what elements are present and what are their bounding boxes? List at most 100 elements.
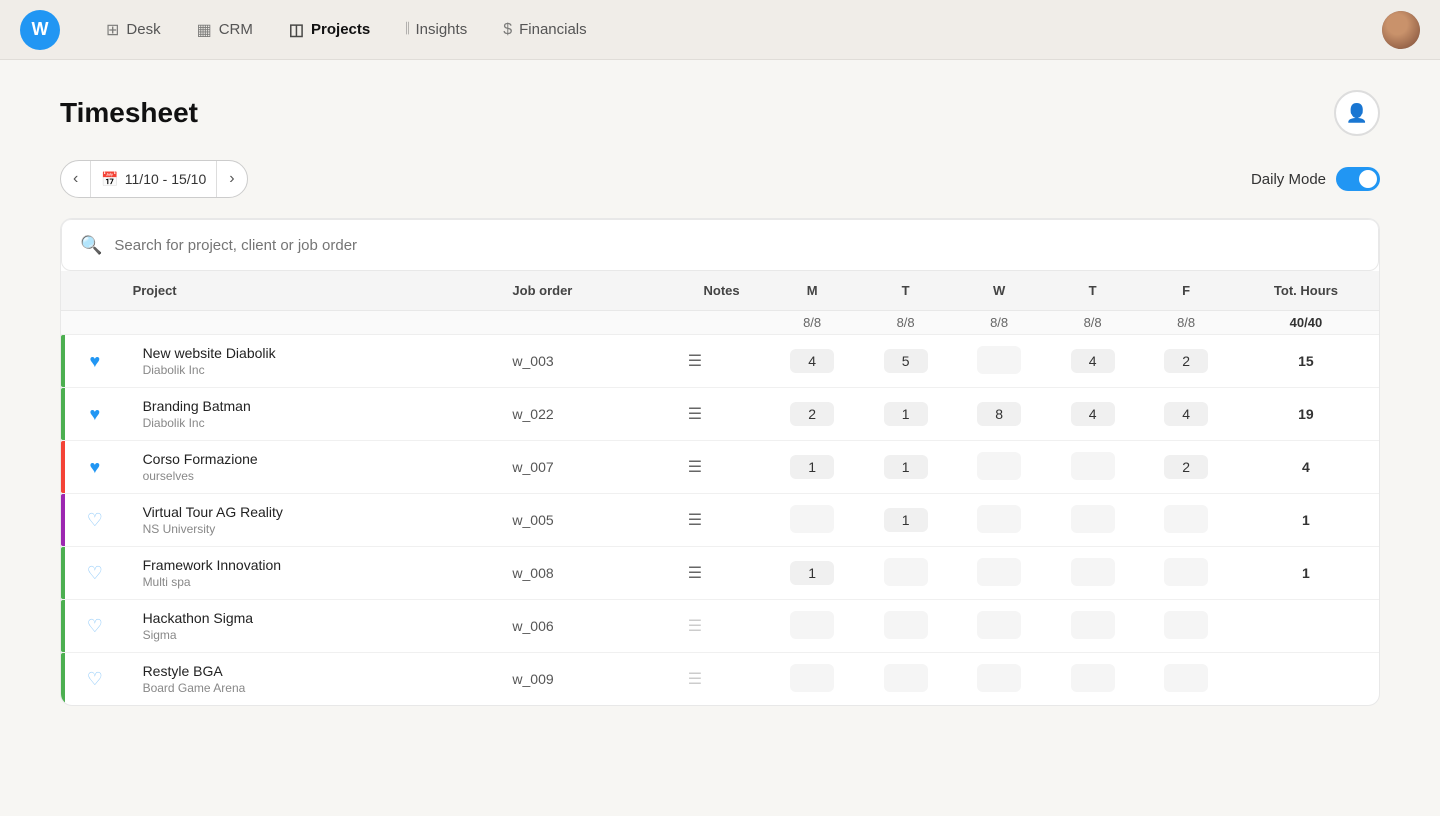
hour-cell[interactable]	[952, 335, 1046, 388]
notes-cell[interactable]: ☰	[678, 547, 766, 600]
favorite-icon[interactable]: ♥	[89, 457, 100, 477]
next-date-button[interactable]: ›	[217, 161, 246, 197]
date-range-display: 📅 11/10 - 15/10	[90, 161, 217, 197]
hour-cell[interactable]: 4	[1046, 388, 1140, 441]
col-fri: F	[1139, 271, 1233, 311]
search-icon: 🔍	[80, 235, 102, 256]
fav-cell: ♡	[61, 600, 123, 653]
hour-cell[interactable]	[952, 494, 1046, 547]
notes-icon[interactable]: ☰	[688, 618, 702, 635]
table-row: ♥ Corso Formazione ourselves w_007 ☰ 1 1…	[61, 441, 1379, 494]
favorite-icon[interactable]: ♥	[89, 404, 100, 424]
project-name: Restyle BGA	[143, 663, 493, 679]
notes-cell[interactable]: ☰	[678, 600, 766, 653]
hour-cell[interactable]	[1139, 653, 1233, 706]
favorite-icon[interactable]: ♡	[87, 669, 103, 689]
hour-cell[interactable]: 2	[1139, 335, 1233, 388]
toggle-switch[interactable]	[1336, 167, 1380, 191]
project-cell: New website Diabolik Diabolik Inc	[123, 335, 503, 388]
project-cell: Hackathon Sigma Sigma	[123, 600, 503, 653]
hour-cell[interactable]: 1	[765, 441, 859, 494]
user-button[interactable]: 👤	[1334, 90, 1380, 136]
table-row: ♥ Branding Batman Diabolik Inc w_022 ☰ 2…	[61, 388, 1379, 441]
hour-cell[interactable]: 1	[765, 547, 859, 600]
nav-item-financials[interactable]: $ Financials	[487, 13, 602, 47]
app-logo[interactable]: W	[20, 10, 60, 50]
capacity-thu: 8/8	[1046, 311, 1140, 335]
notes-cell[interactable]: ☰	[678, 441, 766, 494]
notes-cell[interactable]: ☰	[678, 653, 766, 706]
prev-date-button[interactable]: ‹	[61, 161, 90, 197]
hour-cell[interactable]: 4	[1139, 388, 1233, 441]
calendar-icon: 📅	[101, 171, 118, 188]
page-title: Timesheet	[60, 97, 198, 129]
hour-cell[interactable]	[1046, 600, 1140, 653]
hour-cell[interactable]	[1139, 494, 1233, 547]
table-row: ♡ Framework Innovation Multi spa w_008 ☰…	[61, 547, 1379, 600]
search-input[interactable]	[114, 237, 1360, 254]
hour-cell[interactable]	[952, 441, 1046, 494]
favorite-icon[interactable]: ♡	[87, 616, 103, 636]
notes-cell[interactable]: ☰	[678, 388, 766, 441]
hour-cell[interactable]: 2	[765, 388, 859, 441]
hour-cell[interactable]	[1046, 441, 1140, 494]
hour-cell[interactable]	[1046, 653, 1140, 706]
financials-icon: $	[503, 21, 512, 39]
hour-cell[interactable]: 4	[765, 335, 859, 388]
job-order-cell: w_005	[502, 494, 677, 547]
hour-cell[interactable]	[952, 600, 1046, 653]
nav-item-crm[interactable]: ▦ CRM	[181, 12, 269, 48]
table-body: ♥ New website Diabolik Diabolik Inc w_00…	[61, 335, 1379, 706]
project-cell: Framework Innovation Multi spa	[123, 547, 503, 600]
hour-cell[interactable]	[859, 653, 953, 706]
favorite-icon[interactable]: ♡	[87, 510, 103, 530]
nav-item-desk[interactable]: ⊞ Desk	[90, 12, 177, 48]
notes-cell[interactable]: ☰	[678, 494, 766, 547]
nav-item-projects[interactable]: ◫ Projects	[273, 12, 386, 48]
notes-cell[interactable]: ☰	[678, 335, 766, 388]
hour-cell[interactable]: 2	[1139, 441, 1233, 494]
col-thu: T	[1046, 271, 1140, 311]
tot-hours-cell: 15	[1233, 335, 1379, 388]
nav-item-insights[interactable]: 𝄁 Insights	[390, 13, 483, 47]
main-content: Timesheet 👤 ‹ 📅 11/10 - 15/10 › Daily Mo…	[0, 60, 1440, 816]
notes-icon[interactable]: ☰	[688, 406, 702, 423]
hour-cell[interactable]: 4	[1046, 335, 1140, 388]
project-cell: Branding Batman Diabolik Inc	[123, 388, 503, 441]
project-client: Board Game Arena	[143, 681, 493, 695]
favorite-icon[interactable]: ♡	[87, 563, 103, 583]
hour-cell[interactable]	[1139, 600, 1233, 653]
hour-cell[interactable]	[1046, 547, 1140, 600]
hour-cell[interactable]	[859, 547, 953, 600]
hour-cell[interactable]: 1	[859, 441, 953, 494]
hour-cell[interactable]	[1046, 494, 1140, 547]
date-range-text: 11/10 - 15/10	[125, 171, 206, 187]
hour-cell[interactable]	[859, 600, 953, 653]
notes-icon[interactable]: ☰	[688, 671, 702, 688]
hour-cell[interactable]	[765, 600, 859, 653]
hour-cell[interactable]	[952, 547, 1046, 600]
hour-cell[interactable]: 1	[859, 388, 953, 441]
hour-cell[interactable]	[765, 653, 859, 706]
fav-cell: ♡	[61, 547, 123, 600]
notes-icon[interactable]: ☰	[688, 353, 702, 370]
nav-label-insights: Insights	[416, 21, 468, 38]
tot-hours-cell: 4	[1233, 441, 1379, 494]
col-job-order: Job order	[502, 271, 677, 311]
desk-icon: ⊞	[106, 20, 119, 40]
capacity-fri: 8/8	[1139, 311, 1233, 335]
hour-cell[interactable]	[952, 653, 1046, 706]
notes-icon[interactable]: ☰	[688, 565, 702, 582]
favorite-icon[interactable]: ♥	[89, 351, 100, 371]
hour-cell[interactable]	[765, 494, 859, 547]
job-order-cell: w_009	[502, 653, 677, 706]
job-order-cell: w_006	[502, 600, 677, 653]
hour-cell[interactable]: 1	[859, 494, 953, 547]
project-client: Sigma	[143, 628, 493, 642]
notes-icon[interactable]: ☰	[688, 512, 702, 529]
notes-icon[interactable]: ☰	[688, 459, 702, 476]
user-avatar[interactable]	[1382, 11, 1420, 49]
hour-cell[interactable]	[1139, 547, 1233, 600]
hour-cell[interactable]: 5	[859, 335, 953, 388]
hour-cell[interactable]: 8	[952, 388, 1046, 441]
